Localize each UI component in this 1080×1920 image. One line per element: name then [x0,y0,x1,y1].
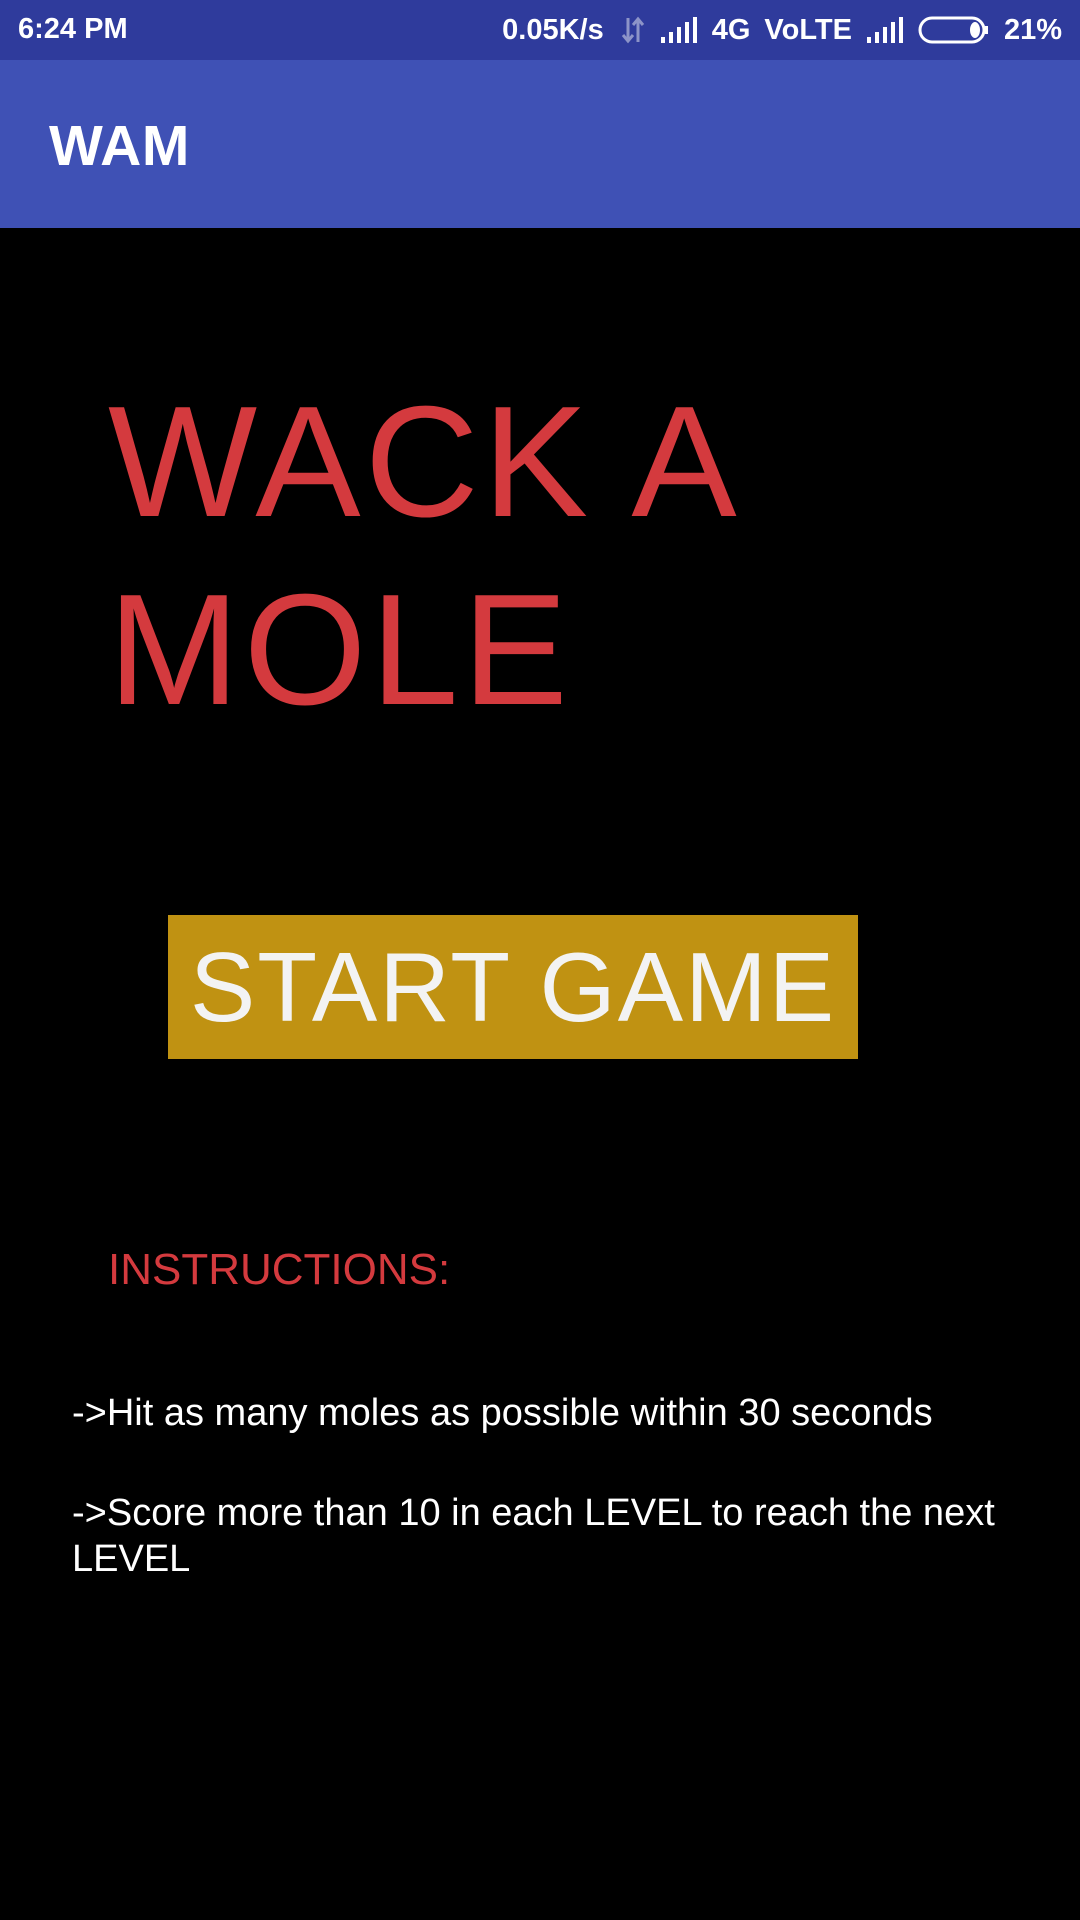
battery-icon [918,16,990,44]
network-speed: 0.05K/s [502,13,604,46]
signal-icon [660,17,698,43]
instruction-item: ->Score more than 10 in each LEVEL to re… [72,1492,995,1580]
app-bar: WAM [0,60,1080,228]
battery-percent: 21% [1003,13,1062,46]
instruction-item: ->Hit as many moles as possible within 3… [72,1392,933,1434]
instructions-heading: INSTRUCTIONS: [108,1245,451,1294]
data-arrows-icon [620,15,646,45]
app-title: WAM [49,114,190,178]
status-icons: 0.05K/s 4G VoLTE 21% [502,13,1062,47]
signal-icon [866,17,904,43]
game-title: WACK A MOLE [108,374,741,738]
status-bar: 6:24 PM 0.05K/s 4G VoLTE 21% [0,0,1080,60]
volte-label: VoLTE [764,13,852,46]
status-time: 6:24 PM [18,13,128,45]
start-game-button[interactable]: START GAME [168,915,858,1059]
network-type: 4G [711,13,751,46]
